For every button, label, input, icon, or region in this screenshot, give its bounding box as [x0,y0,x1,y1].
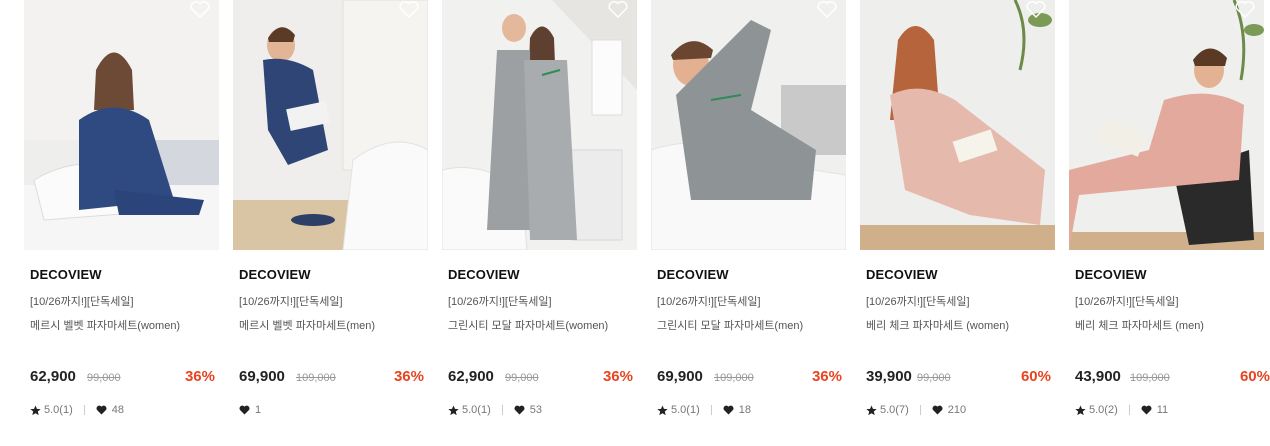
product-discount: 36% [602,368,633,385]
heart-icon [1141,405,1152,415]
product-promo[interactable]: [10/26까지!][단독세일] [30,293,134,309]
product-image[interactable] [233,0,428,250]
product-meta: 5.0(1) 18 [657,403,751,417]
product-price: 43,900 [1075,368,1121,385]
product-name[interactable]: 메르시 벨벳 파자마세트(women) [30,317,180,333]
wishlist-heart-icon[interactable] [189,0,211,19]
product-original-price: 109,000 [1130,372,1170,384]
product-original-price: 109,000 [296,372,336,384]
product-rating: 5.0(1) [462,404,491,416]
product-card[interactable]: DECOVIEW [10/26까지!][단독세일] 그린시티 모달 파자마세트(… [442,0,637,446]
product-card[interactable]: DECOVIEW [10/26까지!][단독세일] 메르시 벨벳 파자마세트(w… [24,0,219,446]
meta-divider [919,405,921,415]
product-promo[interactable]: [10/26까지!][단독세일] [657,293,761,309]
meta-divider [1128,405,1130,415]
star-icon [30,404,41,415]
product-name[interactable]: 베리 체크 파자마세트 (men) [1075,317,1204,333]
product-brand[interactable]: DECOVIEW [448,267,520,282]
product-price: 39,900 [866,368,912,385]
product-likes: 48 [111,404,124,416]
product-price: 69,900 [239,368,285,385]
product-promo[interactable]: [10/26까지!][단독세일] [866,293,970,309]
product-name[interactable]: 메르시 벨벳 파자마세트(men) [239,317,375,333]
product-brand[interactable]: DECOVIEW [1075,267,1147,282]
product-brand[interactable]: DECOVIEW [30,267,102,282]
product-discount: 36% [811,368,842,385]
product-image[interactable] [860,0,1055,250]
product-rating: 5.0(2) [1089,404,1118,416]
product-price: 62,900 [448,368,494,385]
product-card[interactable]: DECOVIEW [10/26까지!][단독세일] 그린시티 모달 파자마세트(… [651,0,846,446]
heart-icon [239,405,250,415]
product-image[interactable] [1069,0,1264,250]
product-rating: 5.0(1) [44,404,73,416]
product-card[interactable]: DECOVIEW [10/26까지!][단독세일] 메르시 벨벳 파자마세트(m… [233,0,428,446]
product-discount: 60% [1239,368,1270,385]
product-likes: 210 [947,404,967,416]
product-original-price: 99,000 [917,372,951,384]
product-likes: 53 [529,404,542,416]
product-discount: 36% [184,368,215,385]
meta-divider [501,405,503,415]
product-meta: 1 [239,403,261,417]
product-meta: 5.0(1) 48 [30,403,124,417]
product-rating: 5.0(1) [671,404,700,416]
product-likes: 11 [1156,404,1169,416]
product-original-price: 109,000 [714,372,754,384]
product-promo[interactable]: [10/26까지!][단독세일] [1075,293,1179,309]
product-meta: 5.0(1) 53 [448,403,542,417]
product-name[interactable]: 그린시티 모달 파자마세트(men) [657,317,803,333]
heart-icon [96,405,107,415]
product-brand[interactable]: DECOVIEW [657,267,729,282]
product-discount: 60% [1020,368,1051,385]
product-brand[interactable]: DECOVIEW [866,267,938,282]
heart-icon [514,405,525,415]
wishlist-heart-icon[interactable] [398,0,420,19]
product-original-price: 99,000 [87,372,121,384]
product-card[interactable]: DECOVIEW [10/26까지!][단독세일] 베리 체크 파자마세트 (m… [1069,0,1270,446]
star-icon [1075,404,1086,415]
star-icon [448,404,459,415]
product-likes: 1 [255,404,262,416]
star-icon [866,404,877,415]
product-name[interactable]: 베리 체크 파자마세트 (women) [866,317,1009,333]
product-brand[interactable]: DECOVIEW [239,267,311,282]
product-price: 69,900 [657,368,703,385]
heart-icon [723,405,734,415]
wishlist-heart-icon[interactable] [816,0,838,19]
product-likes: 18 [738,404,751,416]
meta-divider [710,405,712,415]
product-rating: 5.0(7) [880,404,909,416]
product-discount: 36% [393,368,424,385]
product-original-price: 99,000 [505,372,539,384]
product-image[interactable] [24,0,219,250]
product-card[interactable]: DECOVIEW [10/26까지!][단독세일] 베리 체크 파자마세트 (w… [860,0,1055,446]
meta-divider [83,405,85,415]
product-name[interactable]: 그린시티 모달 파자마세트(women) [448,317,608,333]
wishlist-heart-icon[interactable] [607,0,629,19]
product-image[interactable] [442,0,637,250]
product-meta: 5.0(2) 11 [1075,403,1168,417]
wishlist-heart-icon[interactable] [1025,0,1047,19]
product-promo[interactable]: [10/26까지!][단독세일] [239,293,343,309]
star-icon [657,404,668,415]
wishlist-heart-icon[interactable] [1234,0,1256,19]
product-promo[interactable]: [10/26까지!][단독세일] [448,293,552,309]
product-meta: 5.0(7) 210 [866,403,966,417]
heart-icon [932,405,943,415]
product-grid: DECOVIEW [10/26까지!][단독세일] 메르시 벨벳 파자마세트(w… [24,0,1270,446]
product-image[interactable] [651,0,846,250]
product-price: 62,900 [30,368,76,385]
